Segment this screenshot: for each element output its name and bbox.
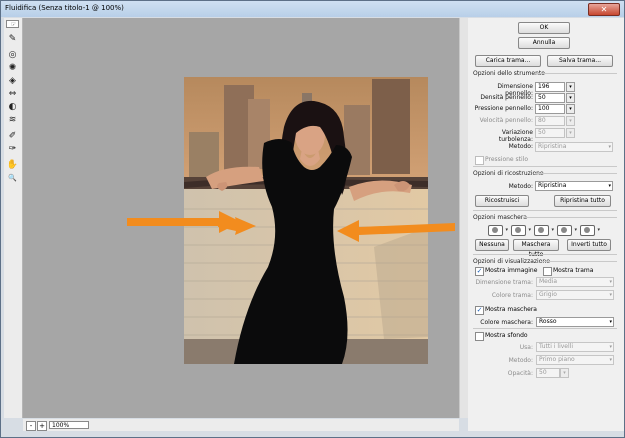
vertical-scrollbar[interactable]: [459, 18, 468, 418]
mesh-color-select[interactable]: Grigio ▾: [536, 290, 614, 300]
freeze-mask-tool-icon[interactable]: ✐: [6, 130, 19, 142]
bloat-tool-icon[interactable]: ◈: [6, 75, 19, 87]
window-title: Fluidifica (Senza titolo-1 @ 100%): [5, 4, 124, 12]
brush-pressure-dropdown[interactable]: ▾: [566, 104, 575, 114]
thaw-mask-tool-icon[interactable]: ✑: [6, 143, 19, 155]
backdrop-opacity-dropdown[interactable]: ▾: [560, 368, 569, 378]
mask-none-button[interactable]: Nessuna: [475, 239, 509, 251]
backdrop-mode-label: Metodo:: [508, 357, 533, 364]
brush-rate-label: Velocità pennello:: [479, 117, 533, 124]
load-mesh-button[interactable]: Carica trama...: [475, 55, 541, 67]
turbulent-jitter-field[interactable]: 50: [535, 128, 565, 138]
cancel-button[interactable]: Annulla: [518, 37, 570, 49]
show-backdrop-checkbox[interactable]: [475, 332, 484, 341]
show-mask-checkbox[interactable]: ✓: [475, 306, 484, 315]
title-bar: Fluidifica (Senza titolo-1 @ 100%) ✕: [1, 1, 624, 17]
brush-size-field[interactable]: 196: [535, 82, 565, 92]
pucker-tool-icon[interactable]: ✺: [6, 62, 19, 74]
invert-all-button[interactable]: Inverti tutto: [567, 239, 611, 251]
liquify-dialog: Fluidifica (Senza titolo-1 @ 100%) ✕ ☞ ✎…: [0, 0, 625, 438]
show-backdrop-label: Mostra sfondo: [485, 332, 528, 339]
right-pointing-arrow: [127, 211, 241, 233]
brush-density-label: Densità pennello:: [480, 94, 533, 101]
preview-canvas[interactable]: [23, 18, 459, 418]
backdrop-use-select[interactable]: Tutti i livelli ▾: [536, 342, 614, 352]
brush-density-field[interactable]: 50: [535, 93, 565, 103]
push-left-tool-icon[interactable]: ⇔: [6, 88, 19, 100]
tool-mode-label: Metodo:: [508, 143, 533, 150]
mask-color-label: Colore maschera:: [480, 319, 533, 326]
show-mesh-checkbox[interactable]: [543, 267, 552, 276]
reconstruct-button[interactable]: Ricostruisci: [475, 195, 529, 207]
stylus-pressure-label: Pressione stilo: [485, 156, 529, 163]
brush-rate-dropdown[interactable]: ▾: [566, 116, 575, 126]
backdrop-opacity-field[interactable]: 50: [536, 368, 560, 378]
close-button[interactable]: ✕: [588, 3, 620, 16]
reconstruct-options-header: Opzioni di ricostruzione: [473, 170, 544, 177]
restore-all-button[interactable]: Ripristina tutto: [554, 195, 611, 207]
left-pointing-arrow: [337, 220, 455, 242]
mask-color-select[interactable]: Rosso ▾: [536, 317, 614, 327]
zoom-out-button[interactable]: -: [26, 421, 36, 431]
save-mesh-button[interactable]: Salva trama...: [547, 55, 613, 67]
zoom-tool-icon[interactable]: 🔍: [6, 172, 19, 184]
view-options-header: Opzioni di visualizzazione: [473, 258, 550, 265]
mask-options-header: Opzioni maschera: [473, 214, 527, 221]
backdrop-mode-select[interactable]: Primo piano ▾: [536, 355, 614, 365]
invert-selection-icon[interactable]: ▾: [580, 225, 600, 236]
replace-selection-icon[interactable]: ▾: [488, 225, 508, 236]
hand-tool-icon[interactable]: ✋: [6, 159, 19, 171]
subtract-from-selection-icon[interactable]: ▾: [534, 225, 554, 236]
stylus-pressure-checkbox[interactable]: [475, 156, 484, 165]
status-bar: - + 100%: [23, 419, 459, 431]
zoom-level-field[interactable]: 100%: [49, 421, 89, 429]
turbulence-tool-icon[interactable]: ≋: [6, 114, 19, 126]
twirl-clockwise-tool-icon[interactable]: ◎: [6, 49, 19, 61]
brush-pressure-label: Pressione pennello:: [474, 105, 533, 112]
mesh-size-label: Dimensione trama:: [475, 279, 533, 286]
show-image-checkbox[interactable]: ✓: [475, 267, 484, 276]
zoom-in-button[interactable]: +: [37, 421, 47, 431]
show-mesh-label: Mostra trama: [553, 267, 594, 274]
add-to-selection-icon[interactable]: ▾: [511, 225, 531, 236]
backdrop-use-label: Usa:: [519, 344, 533, 351]
tool-mode-select[interactable]: Ripristina ▾: [535, 142, 613, 152]
brush-rate-field[interactable]: 80: [535, 116, 565, 126]
brush-size-dropdown[interactable]: ▾: [566, 82, 575, 92]
show-mask-label: Mostra maschera: [485, 306, 537, 313]
show-image-label: Mostra immagine: [485, 267, 538, 274]
reconstruct-tool-icon[interactable]: ✎: [6, 33, 19, 45]
backdrop-opacity-label: Opacità:: [507, 370, 533, 377]
intersect-selection-icon[interactable]: ▾: [557, 225, 577, 236]
mask-all-button[interactable]: Maschera tutto: [513, 239, 559, 258]
turbulent-jitter-dropdown[interactable]: ▾: [566, 128, 575, 138]
reconstruct-mode-select[interactable]: Ripristina ▾: [535, 181, 613, 191]
brush-density-dropdown[interactable]: ▾: [566, 93, 575, 103]
brush-pressure-field[interactable]: 100: [535, 104, 565, 114]
mirror-tool-icon[interactable]: ◐: [6, 101, 19, 113]
reconstruct-mode-label: Metodo:: [508, 183, 533, 190]
tools-palette: ☞ ✎ ◎ ✺ ◈ ⇔ ◐ ≋ ✐ ✑ ✋ 🔍: [4, 18, 23, 418]
ok-button[interactable]: OK: [518, 22, 570, 34]
mesh-size-select[interactable]: Media ▾: [536, 277, 614, 287]
turbulent-jitter-label: Variazione turbolenza:: [498, 129, 533, 143]
orange-arrows-overlay: [127, 211, 455, 242]
forward-warp-tool-icon[interactable]: ☞: [6, 20, 19, 28]
mesh-color-label: Colore trama:: [491, 292, 533, 299]
